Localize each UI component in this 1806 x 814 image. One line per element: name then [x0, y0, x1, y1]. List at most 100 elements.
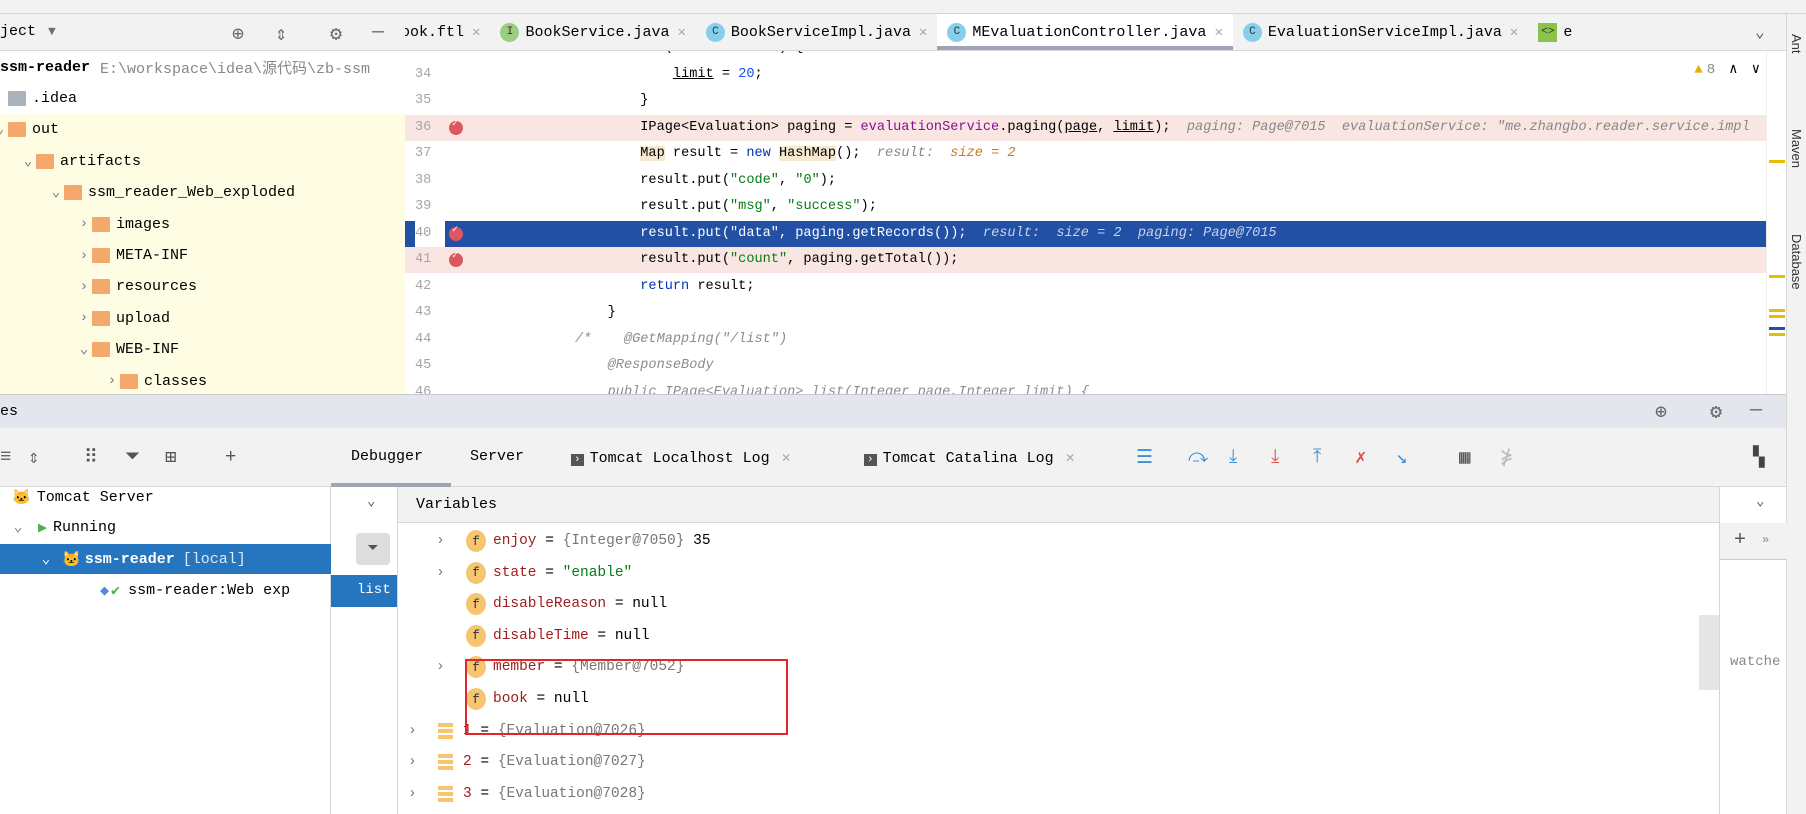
tree-item[interactable]: › upload: [76, 303, 170, 334]
editor-tab[interactable]: C EvaluationServiceImpl.java ✕: [1233, 14, 1528, 50]
editor-tab[interactable]: <> e: [1528, 14, 1582, 50]
minimize-icon[interactable]: —: [372, 21, 384, 44]
ant-tool-button[interactable]: Ant: [1789, 34, 1804, 54]
code-line[interactable]: 38 result.put("code", "0");: [405, 168, 1786, 194]
expand-all-icon[interactable]: ≡: [0, 446, 11, 468]
tab-tomcat-localhost-log[interactable]: › Tomcat Localhost Log ✕: [571, 448, 791, 467]
project-view-selector[interactable]: ject: [0, 23, 36, 40]
collapse-all-icon[interactable]: ⇕: [275, 21, 287, 47]
editor-scrollbar[interactable]: [1766, 51, 1786, 394]
chevron-right-icon[interactable]: ›: [436, 565, 466, 581]
breakpoint-icon[interactable]: [449, 112, 463, 138]
tree-item[interactable]: ⌄ artifacts: [20, 146, 141, 177]
layout-icon[interactable]: ▚: [1753, 446, 1764, 469]
close-icon[interactable]: ✕: [919, 24, 927, 41]
code-line[interactable]: 46 public IPage<Evaluation> list(Integer…: [405, 380, 1786, 395]
editor-tab[interactable]: I BookService.java ✕: [490, 14, 695, 50]
previous-highlight-icon[interactable]: ∧: [1729, 61, 1737, 78]
chevron-down-icon[interactable]: ⌄: [0, 121, 8, 138]
close-icon[interactable]: ✕: [782, 450, 791, 467]
frame-item[interactable]: list: [331, 575, 397, 607]
chevron-right-icon[interactable]: ›: [104, 373, 120, 389]
step-over-icon[interactable]: ⤼: [1188, 446, 1208, 468]
chevron-down-icon[interactable]: ⌄: [76, 341, 92, 358]
chevron-right-icon[interactable]: ›: [76, 248, 92, 264]
code-line[interactable]: 42 return result;: [405, 274, 1786, 300]
tree-item-ssm-reader[interactable]: ⌄ 🐱 ssm-reader [local]: [0, 544, 331, 574]
variable-row[interactable]: › 3 = {Evaluation@7028}: [408, 779, 646, 809]
chevron-down-icon[interactable]: ⌄: [1756, 493, 1764, 510]
tree-item[interactable]: .idea: [0, 83, 77, 114]
force-step-into-icon[interactable]: ⤓: [1271, 446, 1279, 468]
chevron-right-icon[interactable]: ›: [436, 533, 466, 549]
tree-item[interactable]: › resources: [76, 271, 197, 302]
more-icon[interactable]: »: [1762, 533, 1769, 547]
tabs-overflow-chevron-icon[interactable]: ⌄: [1755, 22, 1765, 42]
tree-root[interactable]: ssm-reader E:\workspace\idea\源代码\zb-ssm: [0, 52, 370, 83]
group-by-icon[interactable]: ⠿: [84, 446, 98, 469]
close-icon[interactable]: ✕: [472, 24, 480, 41]
code-editor[interactable]: 33 if (limit == null) {34 limit = 20;35 …: [405, 51, 1786, 394]
tree-item[interactable]: ⌄ ssm_reader_Web_exploded: [48, 177, 295, 208]
editor-tab[interactable]: C BookServiceImpl.java ✕: [696, 14, 937, 50]
close-icon[interactable]: ✕: [1214, 24, 1222, 41]
tree-item[interactable]: ⌄ WEB-INF: [76, 334, 179, 365]
add-watch-icon[interactable]: +: [1734, 529, 1746, 552]
code-line[interactable]: 35 }: [405, 88, 1786, 114]
add-service-icon[interactable]: +: [225, 446, 236, 468]
chevron-right-icon[interactable]: ›: [408, 754, 438, 770]
code-line[interactable]: 36 IPage<Evaluation> paging = evaluation…: [405, 112, 1786, 141]
chevron-right-icon[interactable]: ›: [76, 216, 92, 232]
evaluate-expression-icon[interactable]: ▦: [1459, 446, 1470, 469]
code-line[interactable]: 40 result.put("data", paging.getRecords(…: [405, 218, 1786, 247]
code-line[interactable]: 34 limit = 20;: [405, 62, 1786, 88]
breakpoint-icon[interactable]: [449, 218, 463, 244]
show-execution-point-icon[interactable]: ☰: [1136, 446, 1153, 469]
tab-server[interactable]: Server: [470, 448, 524, 465]
chevron-right-icon[interactable]: ›: [408, 723, 438, 739]
gear-icon[interactable]: ⚙: [330, 21, 342, 47]
step-out-icon[interactable]: ⤒: [1313, 446, 1321, 468]
close-icon[interactable]: ✕: [1510, 24, 1518, 41]
locate-icon[interactable]: ⊕: [232, 21, 244, 47]
step-into-icon[interactable]: ⤓: [1229, 446, 1237, 468]
code-line[interactable]: 33 if (limit == null) {: [405, 51, 1786, 61]
tree-item-tomcat-server[interactable]: 🐱 Tomcat Server: [12, 482, 154, 513]
code-line[interactable]: 43 }: [405, 300, 1786, 326]
database-tool-button[interactable]: Database: [1789, 234, 1804, 290]
variable-row[interactable]: › 2 = {Evaluation@7027}: [408, 747, 646, 777]
chevron-right-icon[interactable]: ›: [76, 279, 92, 295]
code-line[interactable]: 44 /* @GetMapping("/list"): [405, 327, 1786, 353]
close-icon[interactable]: ✕: [677, 24, 685, 41]
tree-item[interactable]: › classes: [104, 366, 207, 394]
variable-row[interactable]: › f state = "enable": [436, 558, 632, 588]
chevron-right-icon[interactable]: ›: [436, 659, 466, 675]
tree-item-running[interactable]: ⌄ ▶ Running: [10, 512, 116, 543]
code-line[interactable]: 37 Map result = new HashMap(); result: s…: [405, 141, 1786, 167]
tree-item-artifact[interactable]: ◆ ✔ ssm-reader:Web exp: [100, 575, 290, 606]
code-line[interactable]: 45 @ResponseBody: [405, 353, 1786, 379]
chevron-down-icon[interactable]: ▼: [48, 24, 56, 39]
next-highlight-icon[interactable]: ∨: [1752, 61, 1760, 78]
editor-tab[interactable]: ook.ftl ✕: [405, 14, 490, 50]
tree-item[interactable]: ⌄ out: [0, 114, 59, 145]
variable-row[interactable]: › f enjoy = {Integer@7050} 35: [436, 526, 711, 556]
chevron-down-icon[interactable]: ⌄: [38, 551, 54, 568]
close-icon[interactable]: ✕: [1066, 450, 1075, 467]
variables-scrollbar[interactable]: [1699, 615, 1719, 690]
collapse-all-icon[interactable]: ⇕: [28, 446, 39, 469]
variable-row[interactable]: f disableReason = null: [436, 589, 667, 619]
filter-icon[interactable]: ⏷: [125, 446, 140, 468]
run-to-cursor-icon[interactable]: ↘: [1396, 446, 1407, 469]
filter-icon[interactable]: ⏷: [356, 533, 390, 565]
code-line[interactable]: 39 result.put("msg", "success");: [405, 194, 1786, 220]
locate-icon[interactable]: ⊕: [1655, 399, 1667, 425]
chevron-right-icon[interactable]: ›: [408, 786, 438, 802]
minimize-icon[interactable]: —: [1750, 399, 1762, 422]
chevron-down-icon[interactable]: ⌄: [48, 184, 64, 201]
editor-tab[interactable]: C MEvaluationController.java ✕: [937, 14, 1234, 50]
variable-row[interactable]: f disableTime = null: [436, 621, 650, 651]
inspection-widget[interactable]: ▲ 8 ∧ ∨: [1694, 61, 1760, 78]
tab-debugger[interactable]: Debugger: [351, 448, 423, 465]
chevron-down-icon[interactable]: ⌄: [20, 153, 36, 170]
